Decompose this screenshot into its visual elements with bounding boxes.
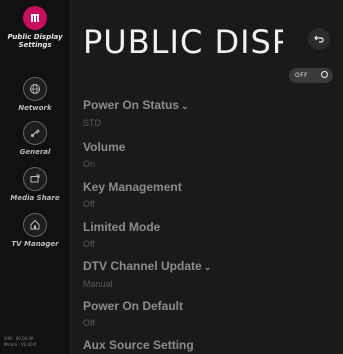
setting-power-on-default[interactable]: Power On Default Off	[83, 299, 323, 329]
setting-aux-source-setting[interactable]: Aux Source Setting	[83, 338, 323, 352]
sidebar-item-media-share[interactable]: Media Share	[0, 167, 70, 202]
media-share-icon	[23, 167, 47, 191]
setting-value: Off	[83, 199, 95, 209]
setting-volume[interactable]: Volume On	[83, 140, 323, 170]
setting-label: Key Management	[83, 180, 182, 194]
setting-value: Manual	[83, 279, 113, 289]
tv-manager-icon	[23, 213, 47, 237]
setting-value: Off	[83, 239, 95, 249]
setting-key-management[interactable]: Key Management Off	[83, 180, 323, 210]
setting-label: Limited Mode	[83, 220, 161, 234]
general-icon	[23, 121, 47, 145]
setting-value: Off	[83, 318, 95, 328]
chevron-down-icon: ⌄	[203, 262, 212, 272]
setting-value: On	[83, 159, 96, 169]
sidebar-item-label: General	[19, 148, 51, 156]
main-panel: PUBLIC DISP... OFF Power On Status⌄ STD …	[71, 0, 343, 354]
sidebar-item-label: Media Share	[10, 194, 60, 202]
sidebar-item-tv-manager[interactable]: TV Manager	[0, 213, 70, 248]
micom-version-line: Micom : V2.00.0	[4, 342, 37, 347]
back-arrow-icon	[314, 35, 324, 43]
sidebar-item-network[interactable]: Network	[0, 77, 70, 112]
software-version: S/W : 00.00.00 Micom : V2.00.0	[4, 336, 36, 348]
setting-label: Power On Status	[83, 98, 180, 112]
sidebar-item-label: TV Manager	[11, 240, 59, 248]
toggle-label: OFF	[295, 72, 309, 79]
public-display-toggle[interactable]: OFF	[289, 68, 333, 83]
sidebar-item-public-display-settings[interactable]: Public Display Settings	[0, 6, 70, 49]
setting-label: DTV Channel Update	[83, 259, 202, 273]
setting-value: STD	[83, 118, 101, 128]
sidebar: Public Display Settings Network General	[0, 0, 71, 354]
back-button[interactable]	[308, 28, 330, 50]
setting-power-on-status[interactable]: Power On Status ⌄ STD	[83, 98, 323, 129]
sidebar-item-label: Network	[18, 104, 52, 112]
setting-label: Power On Default	[83, 299, 184, 313]
tv-settings-screen: Public Display Settings Network General	[0, 0, 343, 354]
setting-limited-mode[interactable]: Limited Mode Off	[83, 220, 323, 250]
sidebar-item-general[interactable]: General	[0, 121, 70, 156]
chevron-down-icon: ⌄	[181, 101, 189, 111]
public-display-icon	[23, 6, 47, 30]
setting-label: Aux Source Setting	[83, 338, 194, 352]
toggle-knob	[321, 71, 328, 78]
setting-label: Volume	[83, 140, 126, 154]
network-icon	[23, 77, 47, 101]
page-title: PUBLIC DISP...	[83, 23, 283, 61]
sidebar-item-label: Public Display Settings	[7, 33, 63, 49]
setting-dtv-channel-update[interactable]: DTV Channel Update ⌄ Manual	[83, 259, 323, 290]
